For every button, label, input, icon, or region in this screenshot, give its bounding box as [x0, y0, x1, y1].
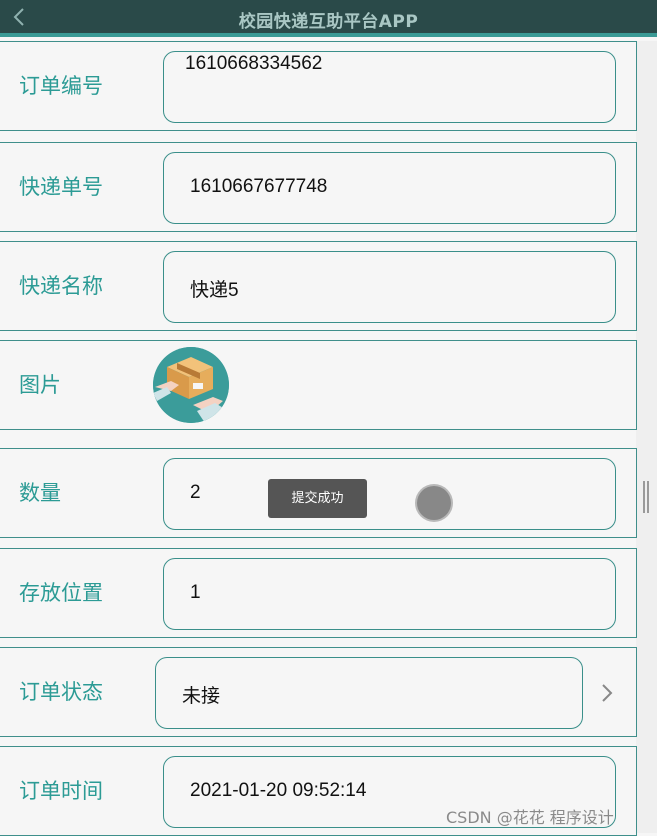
image-label: 图片: [19, 373, 61, 397]
order-status-label: 订单状态: [19, 680, 103, 704]
success-toast: 提交成功: [268, 479, 367, 518]
storage-location-row: 存放位置 1: [0, 548, 637, 638]
order-number-value: 1610668334562: [185, 53, 323, 74]
courier-name-field[interactable]: 快递5: [163, 251, 616, 323]
order-number-label: 订单编号: [19, 74, 103, 98]
order-status-row: 订单状态 未接: [0, 647, 637, 737]
storage-location-label: 存放位置: [19, 581, 103, 605]
order-number-field[interactable]: 1610668334562: [163, 51, 616, 123]
courier-name-value: 快递5: [190, 280, 239, 301]
tracking-number-label: 快递单号: [19, 175, 103, 199]
quantity-field[interactable]: 2: [163, 458, 616, 530]
quantity-label: 数量: [19, 481, 61, 505]
chevron-right-icon[interactable]: [600, 682, 614, 704]
order-status-value: 未接: [182, 686, 221, 707]
courier-name-row: 快递名称 快递5: [0, 241, 637, 331]
image-row: 图片: [0, 340, 637, 430]
tracking-number-value: 1610667677748: [190, 176, 328, 197]
watermark-text: CSDN @花花 程序设计: [446, 808, 614, 827]
order-status-select[interactable]: 未接: [155, 657, 583, 729]
app-header: 校园快递互助平台APP: [0, 0, 657, 37]
package-delivery-icon[interactable]: [153, 347, 229, 423]
courier-name-label: 快递名称: [19, 274, 103, 298]
touch-indicator: [417, 486, 451, 520]
tracking-number-field[interactable]: 1610667677748: [163, 152, 616, 224]
tracking-number-row: 快递单号 1610667677748: [0, 142, 637, 232]
storage-location-value: 1: [190, 582, 201, 603]
page-title: 校园快递互助平台APP: [238, 12, 419, 32]
order-time-value: 2021-01-20 09:52:14: [190, 780, 367, 801]
storage-location-field[interactable]: 1: [163, 558, 616, 630]
scrollbar-track: [636, 41, 657, 833]
order-number-row: 订单编号 1610668334562: [0, 41, 637, 131]
quantity-value: 2: [190, 482, 201, 503]
scrollbar-handle[interactable]: [643, 481, 649, 513]
order-time-label: 订单时间: [19, 779, 103, 803]
